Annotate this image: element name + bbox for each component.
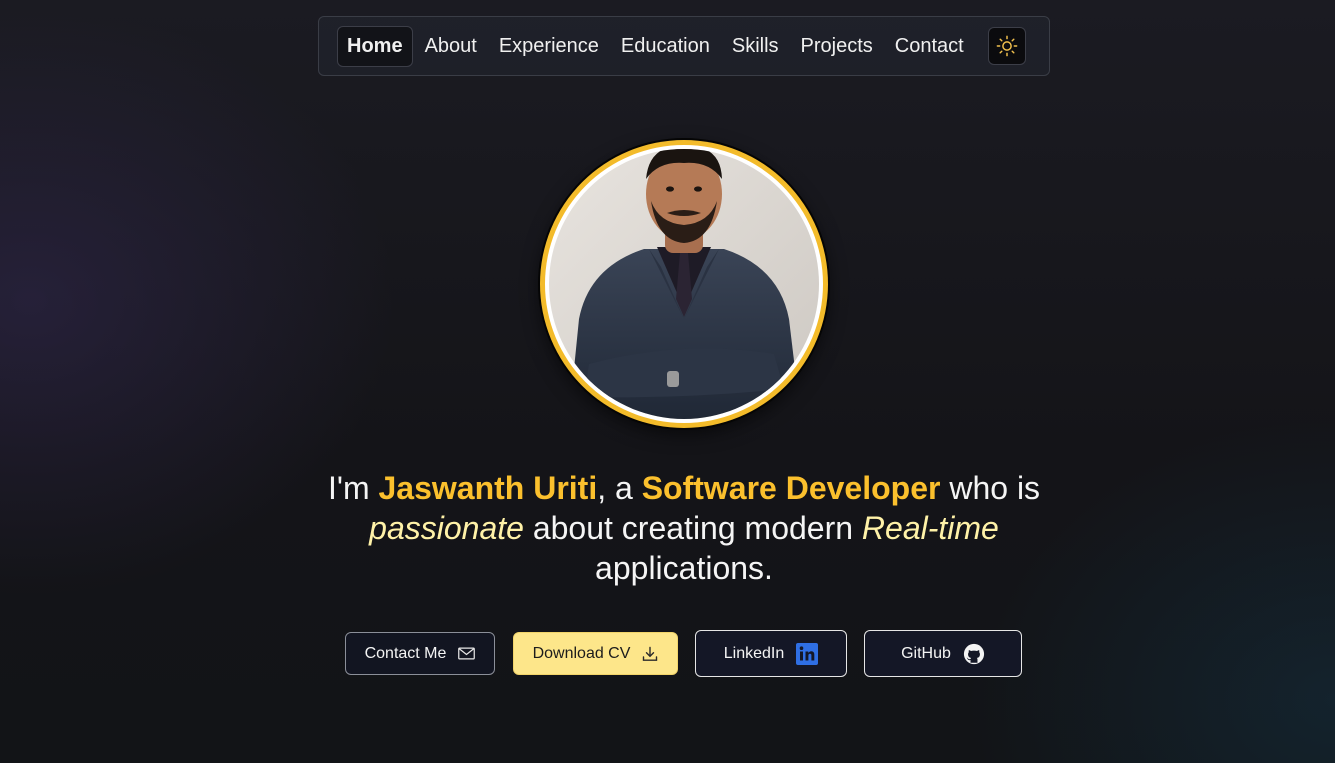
mail-icon xyxy=(458,647,476,660)
intro-mid1: , a xyxy=(597,470,642,506)
sun-icon xyxy=(996,35,1018,57)
download-icon xyxy=(642,646,658,662)
contact-me-button[interactable]: Contact Me xyxy=(345,632,495,675)
github-button[interactable]: GitHub xyxy=(864,630,1022,677)
download-cv-label: Download CV xyxy=(532,644,631,662)
intro-mid3: about creating modern xyxy=(523,510,862,546)
top-navbar: Home About Experience Education Skills P… xyxy=(318,16,1050,76)
intro-suffix: applications. xyxy=(595,550,773,586)
nav-experience[interactable]: Experience xyxy=(489,26,609,67)
intro-role: Software Developer xyxy=(641,470,941,506)
download-cv-button[interactable]: Download CV xyxy=(513,632,678,675)
github-label: GitHub xyxy=(901,644,951,662)
nav-contact[interactable]: Contact xyxy=(885,26,974,67)
profile-photo xyxy=(549,149,819,419)
nav-home[interactable]: Home xyxy=(337,25,413,67)
nav-education[interactable]: Education xyxy=(611,26,720,67)
intro-name: Jaswanth Uriti xyxy=(378,470,598,506)
intro-prefix: I'm xyxy=(327,470,379,506)
intro-word-passionate: passionate xyxy=(369,510,524,546)
github-icon xyxy=(963,643,985,665)
nav-about[interactable]: About xyxy=(415,26,487,67)
intro-word-realtime: Real-time xyxy=(861,510,999,546)
linkedin-label: LinkedIn xyxy=(723,644,785,662)
theme-toggle-button[interactable] xyxy=(987,27,1026,65)
nav-projects[interactable]: Projects xyxy=(791,26,883,67)
linkedin-button[interactable]: LinkedIn xyxy=(695,630,847,677)
contact-me-label: Contact Me xyxy=(364,644,447,662)
intro-mid2: who is xyxy=(940,470,1041,506)
profile-avatar xyxy=(540,140,828,428)
avatar-border xyxy=(545,145,823,423)
nav-skills[interactable]: Skills xyxy=(722,26,789,67)
linkedin-icon xyxy=(796,642,819,665)
intro-heading: I'm Jaswanth Uriti, a Software Developer… xyxy=(318,468,1050,588)
